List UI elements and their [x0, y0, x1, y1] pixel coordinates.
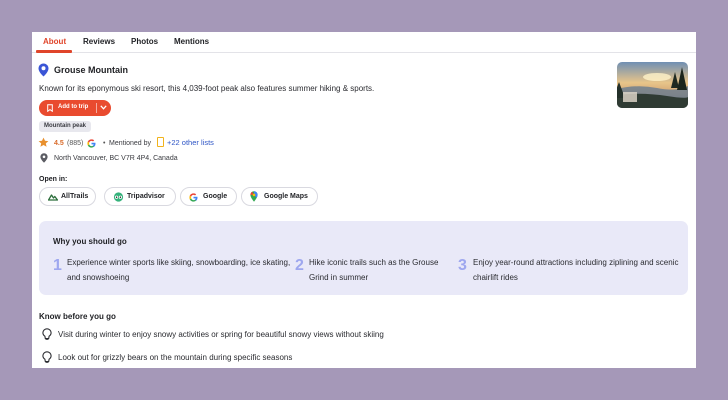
- google-maps-icon: [250, 191, 258, 202]
- open-google-maps-button[interactable]: Google Maps: [241, 187, 318, 206]
- star-icon: [38, 137, 49, 147]
- add-to-trip-button[interactable]: Add to trip: [39, 100, 111, 116]
- alltrails-label: AllTrails: [61, 193, 89, 200]
- place-title: Grouse Mountain: [54, 65, 128, 75]
- tab-reviews[interactable]: Reviews: [83, 37, 115, 46]
- add-to-trip-label: Add to trip: [58, 104, 89, 110]
- google-label: Google: [203, 193, 228, 200]
- location-pin-icon: [38, 63, 49, 77]
- map-marker-icon: [40, 153, 48, 163]
- alltrails-icon: [48, 194, 58, 201]
- place-details-panel: About Reviews Photos Mentions Grouse Mou…: [32, 32, 696, 368]
- list-badge-icon: [157, 137, 164, 147]
- tab-mentions[interactable]: Mentions: [174, 37, 209, 46]
- google-g-icon: [87, 139, 96, 148]
- place-address: North Vancouver, BC V7R 4P4, Canada: [54, 155, 178, 162]
- lightbulb-icon: [42, 351, 52, 363]
- category-tag: Mountain peak: [39, 121, 92, 132]
- reason-text: Enjoy year-round attractions including z…: [473, 258, 679, 282]
- tripadvisor-icon: [113, 192, 124, 202]
- reason-number: 3: [458, 257, 467, 274]
- open-tripadvisor-button[interactable]: Tripadvisor: [104, 187, 176, 206]
- tip-item: Visit during winter to enjoy snowy activ…: [58, 330, 384, 339]
- tripadvisor-label: Tripadvisor: [127, 193, 165, 200]
- mountain-photo-image: [617, 62, 688, 108]
- review-count: (885): [67, 140, 84, 147]
- reason-text: Experience winter sports like skiing, sn…: [67, 258, 291, 282]
- google-maps-label: Google Maps: [264, 193, 308, 200]
- tab-about[interactable]: About: [43, 37, 66, 46]
- chevron-down-icon[interactable]: [100, 105, 107, 110]
- google-icon: [189, 193, 198, 202]
- active-tab-indicator: [36, 50, 72, 53]
- reason-number: 1: [53, 257, 62, 274]
- lightbulb-icon: [42, 328, 52, 340]
- why-you-should-go-panel: Why you should go 1 Experience winter sp…: [39, 221, 688, 295]
- rating-value: 4.5: [54, 140, 64, 147]
- reason-text: Hike iconic trails such as the Grouse Gr…: [309, 258, 439, 282]
- place-photo[interactable]: [617, 62, 688, 108]
- bookmark-icon: [47, 104, 53, 112]
- separator-dot: •: [103, 140, 106, 147]
- tab-bar: About Reviews Photos Mentions: [32, 32, 696, 53]
- other-lists-link[interactable]: +22 other lists: [167, 138, 214, 147]
- tip-item: Look out for grizzly bears on the mounta…: [58, 353, 293, 362]
- open-google-button[interactable]: Google: [180, 187, 237, 206]
- open-alltrails-button[interactable]: AllTrails: [39, 187, 96, 206]
- know-before-you-go-title: Know before you go: [39, 312, 116, 321]
- open-in-label: Open in:: [39, 176, 68, 183]
- tab-photos[interactable]: Photos: [131, 37, 158, 46]
- why-title: Why you should go: [53, 237, 127, 246]
- button-divider: [96, 103, 97, 113]
- reason-number: 2: [295, 257, 304, 274]
- mentioned-by-label: Mentioned by: [109, 140, 152, 147]
- place-description: Known for its eponymous ski resort, this…: [39, 84, 375, 93]
